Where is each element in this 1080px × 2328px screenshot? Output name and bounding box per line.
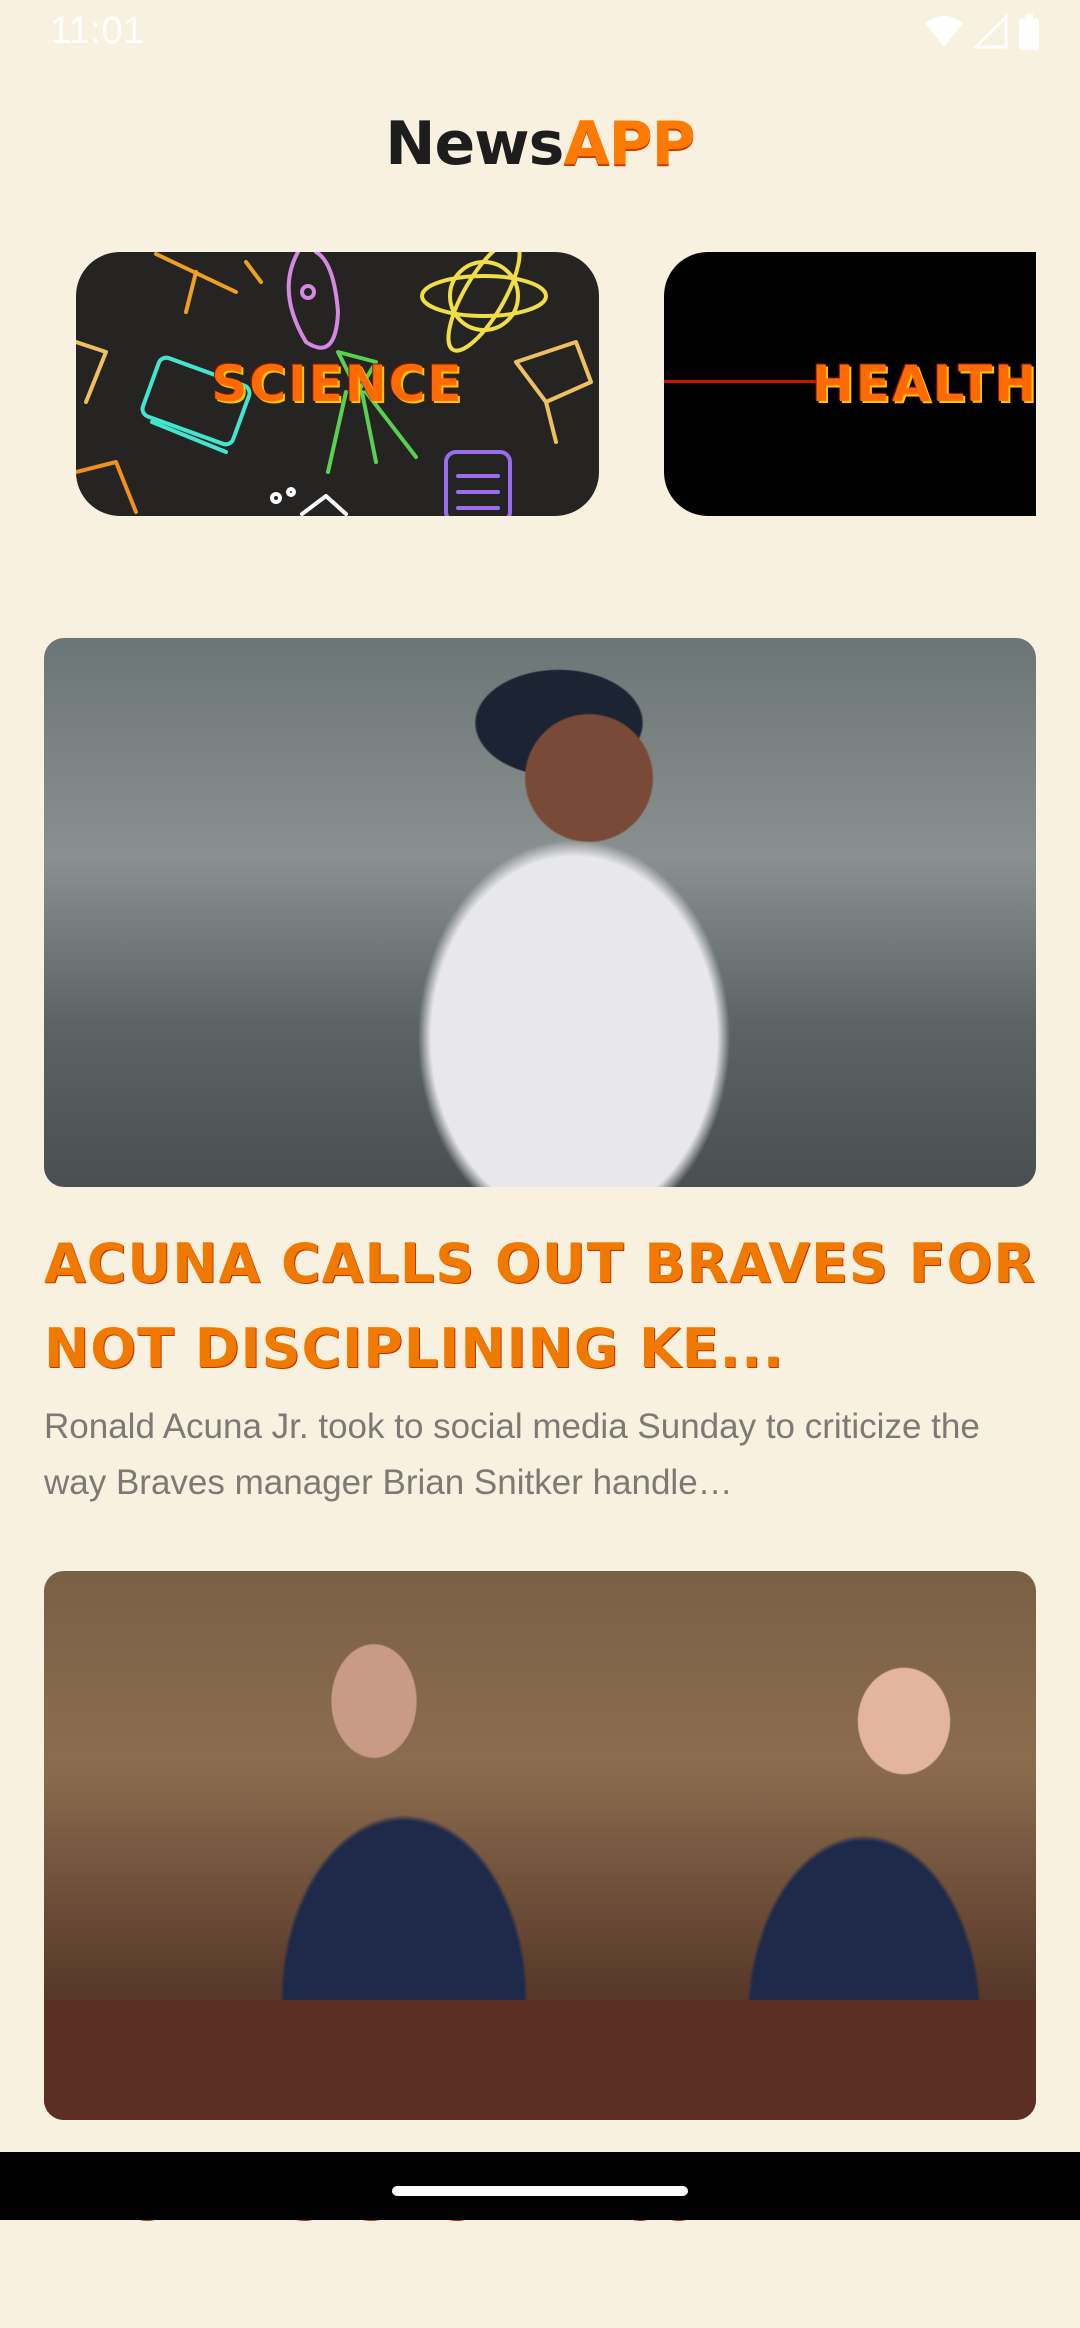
app-title-app: APP [563, 109, 695, 179]
category-label-science: SCIENCE [211, 355, 464, 413]
category-carousel[interactable]: SCIENCE HEALTH [0, 252, 1036, 518]
app-title-news: News [385, 109, 564, 179]
status-time: 11:01 [50, 10, 145, 52]
status-bar: 11:01 [0, 0, 1080, 66]
article-description: Ronald Acuna Jr. took to social media Su… [44, 1407, 980, 1502]
category-label-health: HEALTH [812, 355, 1036, 413]
article-card[interactable]: ACUNA CALLS OUT BRAVES FOR NOT DISCIPLIN… [44, 638, 1036, 1511]
article-title[interactable]: ACUNA CALLS OUT BRAVES FOR NOT DISCIPLIN… [44, 1221, 1036, 1391]
article-list[interactable]: ACUNA CALLS OUT BRAVES FOR NOT DISCIPLIN… [44, 638, 1036, 2328]
article-image[interactable] [44, 638, 1036, 1187]
app-title: NewsAPP [0, 104, 1080, 184]
article-image[interactable] [44, 1571, 1036, 2120]
status-icons [924, 13, 1040, 54]
system-nav-bar [0, 2152, 1080, 2220]
home-gesture-handle[interactable] [392, 2186, 688, 2196]
battery-icon [1018, 14, 1040, 54]
category-card-science[interactable]: SCIENCE [76, 252, 599, 516]
signal-icon [972, 13, 1008, 53]
wifi-icon [924, 15, 964, 53]
category-card-health[interactable]: HEALTH [664, 252, 1036, 516]
